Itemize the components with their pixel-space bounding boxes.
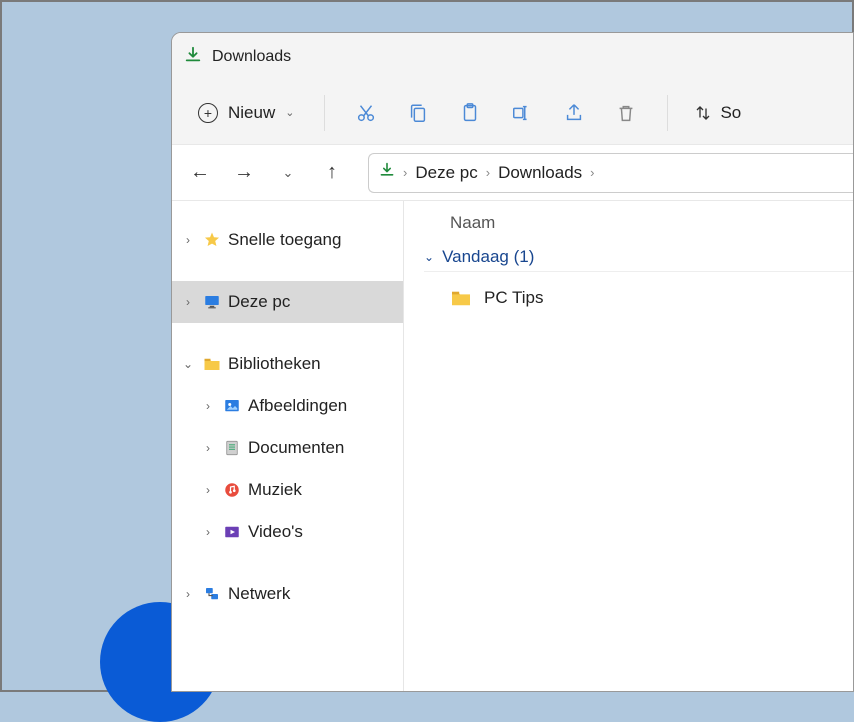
copy-button[interactable] [395,91,441,135]
file-list: Naam ⌄ Vandaag (1) PC Tips [404,201,853,691]
download-icon [379,162,395,183]
share-button[interactable] [551,91,597,135]
breadcrumb-root[interactable]: Deze pc [415,163,477,183]
chevron-right-icon[interactable]: › [180,295,196,309]
sidebar-label: Afbeeldingen [248,396,347,416]
chevron-right-icon: › [403,165,407,180]
chevron-right-icon[interactable]: › [200,441,216,455]
pictures-icon [222,396,242,416]
sidebar: › Snelle toegang › Deze pc ⌄ [172,201,404,691]
chevron-down-icon: ⌄ [285,106,294,119]
chevron-right-icon[interactable]: › [200,483,216,497]
download-icon [184,46,202,69]
sidebar-item-this-pc[interactable]: › Deze pc [172,281,403,323]
column-header-name[interactable]: Naam [424,213,853,233]
sidebar-item-music[interactable]: › Muziek [172,469,403,511]
chevron-down-icon[interactable]: ⌄ [180,357,196,371]
chevron-right-icon[interactable]: › [200,399,216,413]
music-icon [222,480,242,500]
cut-button[interactable] [343,91,389,135]
file-name: PC Tips [484,288,544,308]
chevron-down-icon: ⌄ [424,250,434,264]
titlebar: Downloads [172,33,853,81]
navbar: ← → ⌄ ↑ › Deze pc › Downloads › [172,145,853,201]
chevron-right-icon[interactable]: › [200,525,216,539]
address-bar[interactable]: › Deze pc › Downloads › [368,153,853,193]
up-button[interactable]: ↑ [312,153,352,193]
sort-button[interactable]: So [686,97,749,129]
sidebar-label: Netwerk [228,584,290,604]
sidebar-item-libraries[interactable]: ⌄ Bibliotheken [172,343,403,385]
sidebar-item-quick-access[interactable]: › Snelle toegang [172,219,403,261]
folder-icon [202,354,222,374]
sidebar-item-network[interactable]: › Netwerk [172,573,403,615]
back-button[interactable]: ← [180,153,220,193]
network-icon [202,584,222,604]
sidebar-label: Muziek [248,480,302,500]
group-today[interactable]: ⌄ Vandaag (1) [424,247,853,272]
rename-button[interactable] [499,91,545,135]
sort-icon [694,104,712,122]
plus-icon: + [198,103,218,123]
divider [324,95,325,131]
monitor-icon [202,292,222,312]
sidebar-label: Video's [248,522,303,542]
chevron-right-icon[interactable]: › [180,233,196,247]
sidebar-label: Documenten [248,438,344,458]
sidebar-label: Snelle toegang [228,230,341,250]
folder-icon [450,289,472,307]
toolbar: + Nieuw ⌄ So [172,81,853,145]
new-button-label: Nieuw [228,103,275,123]
videos-icon [222,522,242,542]
delete-button[interactable] [603,91,649,135]
file-item[interactable]: PC Tips [424,282,853,314]
sidebar-item-pictures[interactable]: › Afbeeldingen [172,385,403,427]
breadcrumb-current[interactable]: Downloads [498,163,582,183]
sidebar-item-documents[interactable]: › Documenten [172,427,403,469]
nav-buttons: ← → ⌄ ↑ [172,153,360,193]
chevron-right-icon: › [590,165,594,180]
sidebar-label: Bibliotheken [228,354,321,374]
window-title: Downloads [212,48,291,66]
group-label: Vandaag (1) [442,247,534,267]
sidebar-item-videos[interactable]: › Video's [172,511,403,553]
recent-dropdown[interactable]: ⌄ [268,153,308,193]
sidebar-label: Deze pc [228,292,290,312]
file-explorer-window: Downloads + Nieuw ⌄ So [171,32,854,692]
divider [667,95,668,131]
chevron-right-icon[interactable]: › [180,587,196,601]
body: › Snelle toegang › Deze pc ⌄ [172,201,853,691]
paste-button[interactable] [447,91,493,135]
new-button[interactable]: + Nieuw ⌄ [186,97,306,129]
sort-label: So [720,103,741,123]
forward-button[interactable]: → [224,153,264,193]
documents-icon [222,438,242,458]
star-icon [202,230,222,250]
chevron-right-icon: › [486,165,490,180]
